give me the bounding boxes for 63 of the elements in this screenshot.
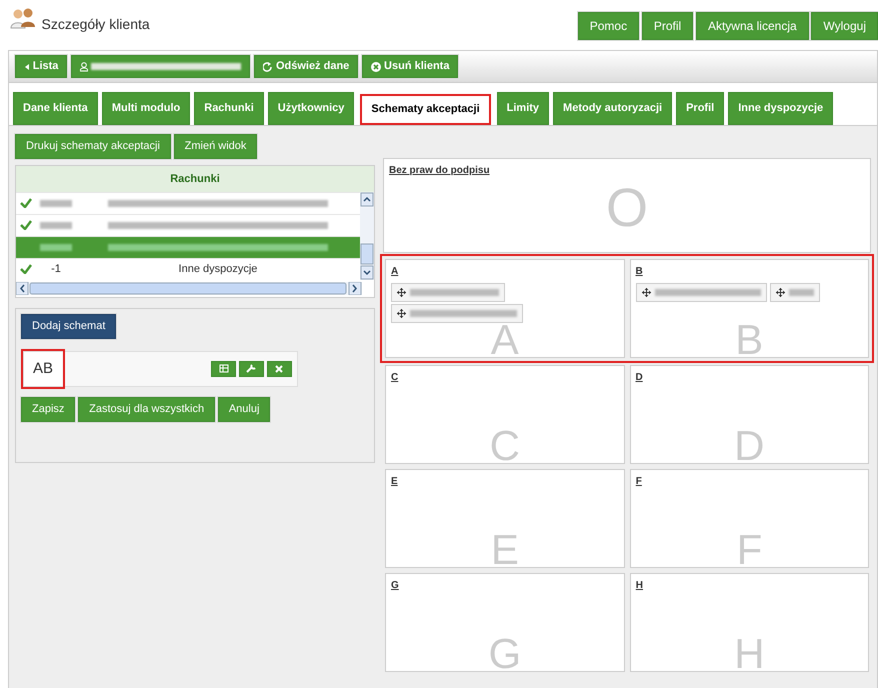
tab[interactable]: Inne dyspozycje xyxy=(728,92,834,125)
redacted-text xyxy=(40,222,72,229)
tab[interactable]: Profil xyxy=(676,92,724,125)
table-row[interactable]: -1 Inne dyspozycje xyxy=(16,258,360,280)
move-icon xyxy=(642,288,650,297)
redacted-text xyxy=(789,288,814,296)
tab[interactable]: Limity xyxy=(496,92,550,125)
icon-button[interactable] xyxy=(266,360,292,377)
table-cell: -1 xyxy=(51,263,61,276)
form-button[interactable]: Zapisz xyxy=(21,396,76,422)
close-icon xyxy=(274,364,284,374)
tab[interactable]: Rachunki xyxy=(194,92,264,125)
toolbar-button[interactable]: Odśwież dane xyxy=(254,55,358,78)
check-icon xyxy=(20,198,32,208)
tab[interactable]: Dane klienta xyxy=(13,92,98,125)
table-header: Rachunki xyxy=(16,166,374,192)
form-button[interactable]: Zastosuj dla wszystkich xyxy=(78,396,216,422)
form-button[interactable]: Anuluj xyxy=(218,396,270,422)
check-icon xyxy=(20,220,32,230)
tab[interactable]: Metody autoryzacji xyxy=(553,92,672,125)
icon-button[interactable] xyxy=(238,360,264,377)
group-label: Bez praw do podpisu xyxy=(389,164,491,178)
schema-card[interactable]: AB xyxy=(23,350,298,387)
group-label: F xyxy=(636,474,643,489)
tab[interactable]: Schematy akceptacji xyxy=(360,94,491,125)
add-schema-button[interactable]: Dodaj schemat xyxy=(21,314,116,339)
check-icon xyxy=(20,264,32,274)
group-label: A xyxy=(391,264,400,279)
group-label: H xyxy=(636,578,644,593)
table-cell: Inne dyspozycje xyxy=(178,263,258,276)
redacted-text xyxy=(40,200,72,207)
table-row[interactable] xyxy=(16,236,360,258)
tab[interactable]: Użytkownicy xyxy=(268,92,354,125)
group-label: G xyxy=(391,578,400,593)
action-button[interactable]: Drukuj schematy akceptacji xyxy=(15,134,171,159)
toolbar-button[interactable]: Usuń klienta xyxy=(362,55,458,78)
header-button[interactable]: Profil xyxy=(642,12,694,40)
toolbar-button[interactable]: Lista xyxy=(15,55,68,78)
header-button[interactable]: Aktywna licencja xyxy=(696,12,809,40)
back-icon xyxy=(24,62,30,71)
icon-button[interactable] xyxy=(211,360,236,377)
schema-name: AB xyxy=(24,352,62,386)
account-chip[interactable] xyxy=(770,282,820,302)
group-label: B xyxy=(636,264,644,279)
user-icon xyxy=(80,62,88,72)
move-icon xyxy=(397,288,406,297)
table-icon xyxy=(218,364,228,374)
toolbar-button[interactable] xyxy=(71,55,250,78)
header-button[interactable]: Pomoc xyxy=(578,12,640,40)
group-label: E xyxy=(391,474,399,489)
delete-icon xyxy=(371,62,382,72)
page-title: Szczegóły klienta xyxy=(42,14,150,34)
action-button[interactable]: Zmień widok xyxy=(174,134,258,159)
users-icon xyxy=(10,8,36,30)
refresh-icon xyxy=(263,62,274,72)
tab[interactable]: Multi modulo xyxy=(102,92,190,125)
group-label: D xyxy=(636,370,644,385)
move-icon xyxy=(776,288,786,297)
header-button[interactable]: Wyloguj xyxy=(811,12,878,40)
group-label: C xyxy=(391,370,400,385)
move-icon xyxy=(397,309,406,318)
redacted-text xyxy=(40,244,72,251)
wrench-icon xyxy=(246,364,256,374)
